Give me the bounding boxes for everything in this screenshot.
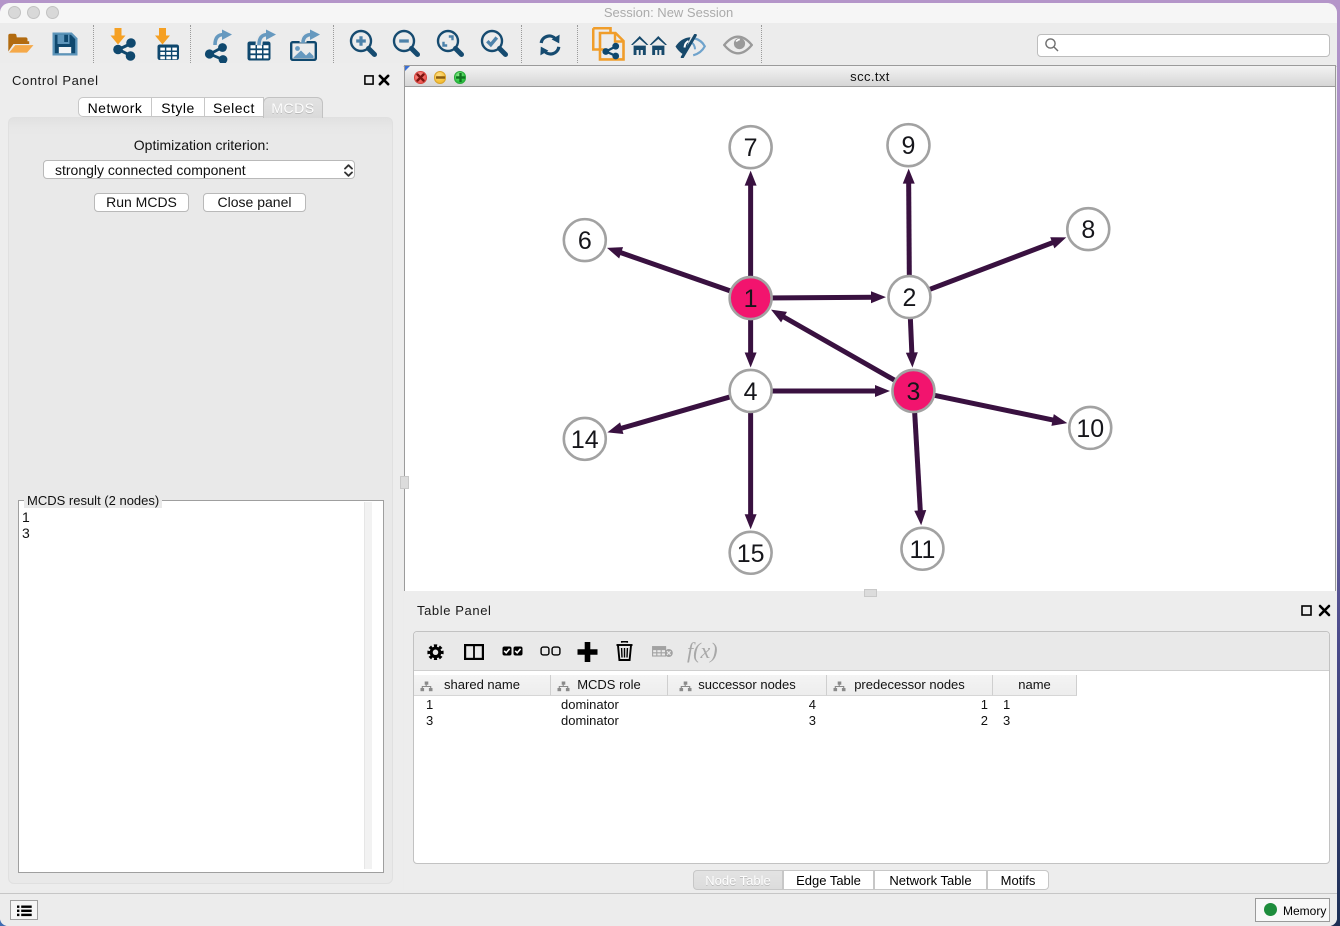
svg-text:4: 4 (744, 378, 758, 406)
svg-text:8: 8 (1081, 216, 1095, 244)
svg-text:9: 9 (902, 132, 916, 160)
svg-text:7: 7 (744, 134, 758, 162)
svg-text:3: 3 (907, 378, 921, 406)
svg-text:14: 14 (571, 426, 599, 454)
svg-text:1: 1 (744, 285, 758, 313)
svg-text:11: 11 (909, 536, 935, 564)
svg-text:15: 15 (737, 540, 765, 568)
svg-text:10: 10 (1076, 415, 1104, 443)
svg-text:6: 6 (578, 227, 592, 255)
svg-text:2: 2 (903, 284, 917, 312)
